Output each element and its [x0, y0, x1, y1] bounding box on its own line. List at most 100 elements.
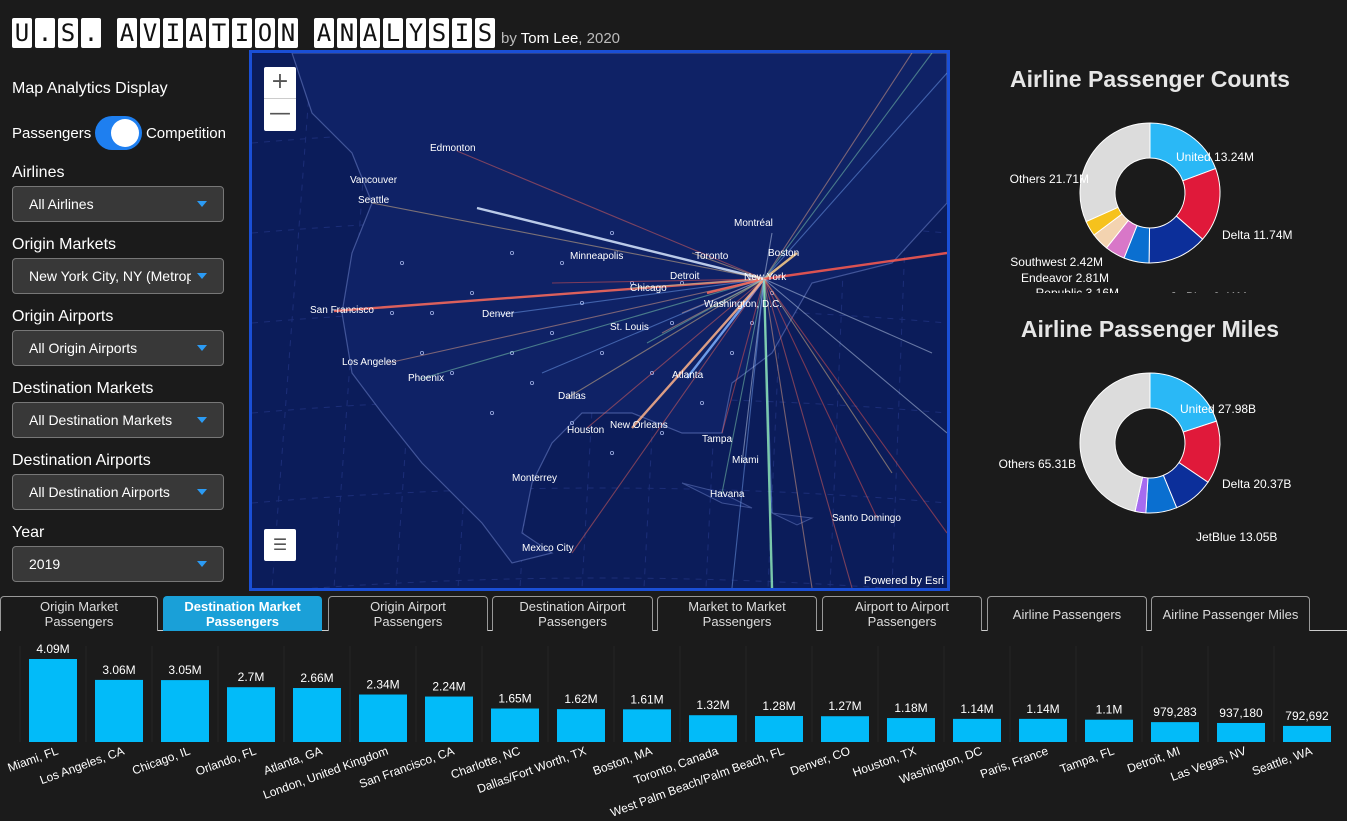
- bar-value-label: 3.06M: [102, 663, 135, 677]
- bar-value-label: 1.32M: [696, 698, 729, 712]
- app-header: U.S. AVIATION ANALYSIS by Tom Lee, 2020: [12, 8, 620, 48]
- city-label: San Francisco: [310, 305, 374, 316]
- title-letter: N: [278, 18, 298, 48]
- city-label: Detroit: [670, 271, 700, 282]
- bar-value-label: 937,180: [1219, 706, 1263, 720]
- filter-select[interactable]: All Destination Markets: [12, 402, 224, 438]
- bar[interactable]: [887, 718, 935, 742]
- city-label: Washington, D.C.: [704, 299, 782, 310]
- bar-category-label: Las Vegas, NV: [1169, 744, 1248, 784]
- flow-map[interactable]: Edmonton Vancouver Seattle Montréal Boston Mi…: [249, 50, 950, 591]
- map-canvas[interactable]: Edmonton Vancouver Seattle Montréal Boston Mi…: [252, 53, 947, 588]
- bar-value-label: 1.1M: [1096, 703, 1123, 717]
- bar[interactable]: [755, 716, 803, 742]
- filter-select[interactable]: All Destination Airports: [12, 474, 224, 510]
- passenger-miles-title: Airline Passenger Miles: [1020, 316, 1280, 342]
- bar[interactable]: [1019, 718, 1067, 742]
- list-icon[interactable]: ☰: [264, 529, 296, 561]
- bar-value-label: 1.14M: [960, 702, 993, 716]
- bar[interactable]: [491, 708, 539, 742]
- filter-select[interactable]: All Origin Airports: [12, 330, 224, 366]
- city-label: Vancouver: [350, 175, 398, 186]
- zoom-controls: + —: [264, 67, 296, 131]
- donut-label: Others 65.31B: [999, 457, 1076, 471]
- title-letter: N: [337, 18, 357, 48]
- city-label: Santo Domingo: [832, 513, 901, 524]
- bar[interactable]: [557, 709, 605, 742]
- field-label: Airlines: [12, 164, 65, 181]
- title-letter: I: [163, 18, 183, 48]
- tab-airline-passengers[interactable]: Airline Passengers: [987, 596, 1147, 631]
- title-letter: [301, 18, 311, 48]
- zoom-in-button[interactable]: +: [264, 67, 296, 99]
- zoom-out-button[interactable]: —: [264, 99, 296, 131]
- donut-label: Southwest 2.42M: [1010, 255, 1103, 269]
- title-letter: A: [117, 18, 137, 48]
- bar-value-label: 4.09M: [36, 642, 69, 656]
- passenger-counts-donut[interactable]: United 13.24M Delta 11.74M JetBlue 9.41M Re…: [960, 93, 1340, 304]
- destination-bar-chart[interactable]: 4.09MMiami, FL3.06MLos Angeles, CA3.05MC…: [0, 632, 1347, 821]
- filter-select[interactable]: All Airlines: [12, 186, 224, 222]
- bar[interactable]: [95, 679, 143, 742]
- bar[interactable]: [425, 696, 473, 742]
- title-letter: A: [360, 18, 380, 48]
- title-letter: O: [255, 18, 275, 48]
- toggle-left-label: Passengers: [12, 124, 92, 142]
- tab-bar: Origin Market Passengers Destination Mark…: [0, 596, 1347, 631]
- bar-value-label: 1.61M: [630, 692, 663, 706]
- title-letter: I: [232, 18, 252, 48]
- city-label: Havana: [710, 489, 745, 500]
- select-value: All Destination Airports: [29, 484, 170, 500]
- donut-slice[interactable]: [1079, 372, 1151, 512]
- bar[interactable]: [623, 709, 671, 742]
- bar-value-label: 792,692: [1285, 709, 1329, 723]
- toggle-right-label: Competition: [145, 124, 226, 142]
- title-letter: .: [81, 18, 101, 48]
- bar[interactable]: [821, 716, 869, 742]
- city-label: Atlanta: [672, 370, 704, 381]
- bar[interactable]: [689, 715, 737, 742]
- bar[interactable]: [953, 718, 1001, 742]
- title-letter: A: [186, 18, 206, 48]
- tab-origin-market-passengers[interactable]: Origin Market Passengers: [0, 596, 158, 631]
- donut-label: Delta 20.37B: [1222, 477, 1291, 491]
- map-attribution: Powered by Esri: [863, 575, 944, 587]
- bar[interactable]: [227, 687, 275, 742]
- bar[interactable]: [1283, 725, 1331, 742]
- tab-destination-airport-passengers[interactable]: Destination Airport Passengers: [492, 596, 653, 631]
- field-label: Destination Markets: [12, 380, 154, 397]
- title-letter: S: [475, 18, 495, 48]
- title-letter: V: [140, 18, 160, 48]
- bar[interactable]: [293, 688, 341, 742]
- display-toggle[interactable]: [95, 116, 142, 150]
- bar[interactable]: [1085, 719, 1133, 742]
- bar-value-label: 1.28M: [762, 699, 795, 713]
- select-value: 2019: [29, 556, 61, 572]
- passenger-miles-donut[interactable]: United 27.98BDelta 20.37BJetBlue 13.05BA…: [960, 343, 1340, 562]
- bar[interactable]: [29, 659, 77, 742]
- bar-value-label: 1.14M: [1026, 702, 1059, 716]
- author-name: Tom Lee: [520, 30, 579, 47]
- city-label: Denver: [482, 309, 515, 320]
- chevron-down-icon: [197, 345, 207, 351]
- filter-fields: Airlines All Airlines Origin Markets New Yo…: [12, 164, 226, 582]
- bar[interactable]: [359, 694, 407, 742]
- bar-value-label: 2.34M: [366, 678, 399, 692]
- bar[interactable]: [1217, 722, 1265, 742]
- tab-market-to-market-passengers[interactable]: Market to Market Passengers: [657, 596, 817, 631]
- tab-destination-market-passengers[interactable]: Destination Market Passengers: [163, 596, 322, 631]
- donut-label: JetBlue 13.05B: [1196, 530, 1277, 543]
- select-value: New York City, NY (Metropolitan: [29, 268, 191, 284]
- tab-airline-passenger-miles[interactable]: Airline Passenger Miles: [1151, 596, 1310, 631]
- filter-select[interactable]: New York City, NY (Metropolitan: [12, 258, 224, 294]
- bar[interactable]: [1151, 722, 1199, 742]
- city-label: Montréal: [734, 218, 773, 229]
- passenger-counts-panel: Airline Passenger Counts United 13.24M De…: [960, 66, 1340, 304]
- tab-airport-to-airport-passengers[interactable]: Airport to Airport Passengers: [822, 596, 982, 631]
- donut-slice[interactable]: [1079, 122, 1151, 223]
- bar[interactable]: [161, 680, 209, 742]
- filter-select[interactable]: 2019: [12, 546, 224, 582]
- bar-value-label: 3.05M: [168, 663, 201, 677]
- tab-origin-airport-passengers[interactable]: Origin Airport Passengers: [328, 596, 488, 631]
- bar-category-label: Tampa, FL: [1058, 744, 1116, 777]
